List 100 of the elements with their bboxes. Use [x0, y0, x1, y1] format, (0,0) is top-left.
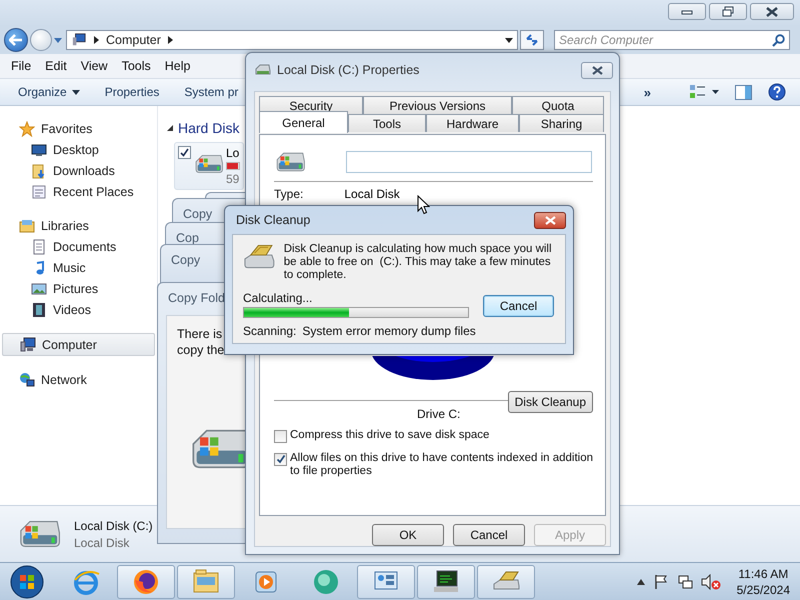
dialog-title: Cop	[176, 231, 200, 245]
checkbox[interactable]	[178, 146, 191, 159]
menu-item[interactable]: File	[4, 57, 38, 75]
picture-icon	[31, 280, 47, 296]
computer-icon	[71, 33, 87, 47]
nav-item[interactable]: Favorites	[0, 118, 157, 139]
dialog-message: Disk Cleanup is calculating how much space you will be able to free on (C:). This may take a few minutes to complete.	[284, 243, 553, 282]
network-icon[interactable]	[676, 574, 693, 590]
taskbar-button[interactable]	[117, 564, 175, 598]
close-button[interactable]	[534, 212, 566, 228]
drive-icon	[255, 63, 271, 77]
tab[interactable]: Quota	[512, 96, 604, 114]
search-field[interactable]: Search Computer	[554, 30, 790, 50]
field-label: Type:	[274, 186, 304, 201]
drive-label: Drive C:	[417, 406, 460, 421]
disk-cleanup-icon	[243, 243, 276, 271]
star-icon	[19, 120, 35, 136]
drive-size: 59	[226, 172, 240, 186]
chevron-icon	[94, 36, 99, 44]
menu-item[interactable]: Tools	[114, 57, 158, 75]
field-value: Local Disk	[344, 186, 400, 201]
dialog-text: There is	[177, 326, 224, 342]
tab[interactable]: Tools	[348, 114, 426, 132]
clock-date: 5/25/2024	[736, 582, 790, 596]
refresh-button[interactable]	[520, 30, 544, 50]
checkbox-label: Allow files on this drive to have contents indexed in addition to file properties	[290, 452, 593, 478]
chevron-icon	[168, 36, 173, 44]
nav-item[interactable]: Network	[0, 369, 157, 390]
folder-icon	[192, 568, 220, 596]
more-button[interactable]: »	[644, 84, 673, 100]
nav-item[interactable]: Videos	[0, 299, 157, 320]
collapse-icon[interactable]	[167, 125, 173, 131]
close-icon	[544, 216, 556, 224]
scanning-label: Scanning:	[243, 324, 296, 338]
search-icon	[772, 34, 785, 47]
nav-item[interactable]: Recent Places	[0, 181, 157, 202]
network-icon	[19, 372, 35, 388]
checkbox-label: Compress this drive to save disk space	[290, 428, 490, 442]
flag-icon[interactable]	[652, 574, 669, 590]
taskbar-button[interactable]	[417, 564, 475, 598]
group-header: Hard Disk	[178, 120, 240, 136]
desktop-icon	[31, 142, 47, 158]
minimize-icon	[681, 8, 693, 14]
cancel-button[interactable]: Cancel	[483, 294, 554, 316]
dialog-text: copy the	[177, 342, 226, 358]
browser-icon	[132, 568, 160, 596]
document-icon	[31, 238, 47, 254]
checkbox[interactable]	[274, 452, 287, 466]
close-icon	[592, 66, 602, 74]
checkbox[interactable]	[274, 430, 287, 443]
name-field[interactable]	[346, 150, 592, 173]
start-orb-icon	[9, 564, 45, 600]
tab[interactable]: Sharing	[519, 114, 604, 132]
drive-tile[interactable]: Lo 59	[174, 142, 244, 190]
restore-icon	[722, 6, 734, 17]
nav-item[interactable]: Pictures	[0, 278, 157, 299]
menu-item[interactable]: View	[74, 57, 115, 75]
close-button[interactable]	[581, 62, 613, 78]
dialog-button[interactable]: OK	[372, 524, 444, 546]
nav-item[interactable]: Music	[0, 257, 157, 278]
menu-item[interactable]: Edit	[38, 57, 74, 75]
tab[interactable]: General	[259, 111, 348, 133]
restore-button[interactable]	[709, 3, 747, 20]
address-bar[interactable]: Computer	[66, 30, 518, 50]
view-options-icon[interactable]	[689, 84, 719, 100]
tab[interactable]: Previous Versions	[363, 96, 512, 114]
help-icon[interactable]	[768, 83, 786, 101]
scanning-item: System error memory dump files	[302, 324, 476, 338]
nav-item[interactable]: Downloads	[0, 160, 157, 181]
library-icon	[19, 218, 35, 234]
minimize-button[interactable]	[668, 3, 706, 20]
toolbar-button[interactable]: Properties	[104, 83, 160, 101]
mouse-pointer-icon	[417, 195, 430, 215]
clock-time: 11:46 AM	[738, 566, 788, 580]
app-icon	[312, 568, 340, 596]
nav-item[interactable]: Libraries	[0, 215, 157, 236]
dialog-title: Local Disk (C:) Properties	[277, 63, 420, 77]
back-button[interactable]	[4, 28, 28, 52]
tab[interactable]: Hardware	[426, 114, 519, 132]
nav-item[interactable]: Documents	[0, 236, 157, 257]
speaker-muted-icon[interactable]	[700, 574, 721, 590]
preview-pane-icon[interactable]	[735, 84, 752, 100]
clock[interactable]: 11:46 AM 5/25/2024	[736, 566, 790, 596]
caret-icon[interactable]	[505, 38, 513, 42]
nav-item[interactable]: Computer	[2, 333, 155, 356]
caret-icon	[72, 90, 80, 94]
menu-item[interactable]: Help	[158, 57, 198, 75]
folder-icon	[31, 162, 47, 178]
breadcrumb-item[interactable]: Computer	[106, 33, 161, 47]
nav-item[interactable]: Desktop	[0, 139, 157, 160]
close-icon	[766, 6, 778, 16]
details-name: Local Disk (C:)	[74, 518, 153, 532]
toolbar-button[interactable]: Organize	[18, 83, 80, 101]
close-button[interactable]	[750, 3, 794, 20]
film-icon	[31, 302, 47, 318]
disk-cleanup-button[interactable]: Disk Cleanup	[508, 390, 593, 413]
show-hidden-icons-icon[interactable]	[636, 578, 645, 584]
dialog-button[interactable]: Cancel	[453, 524, 525, 546]
toolbar-button[interactable]: System pr	[184, 83, 238, 101]
computer-icon	[20, 336, 36, 352]
